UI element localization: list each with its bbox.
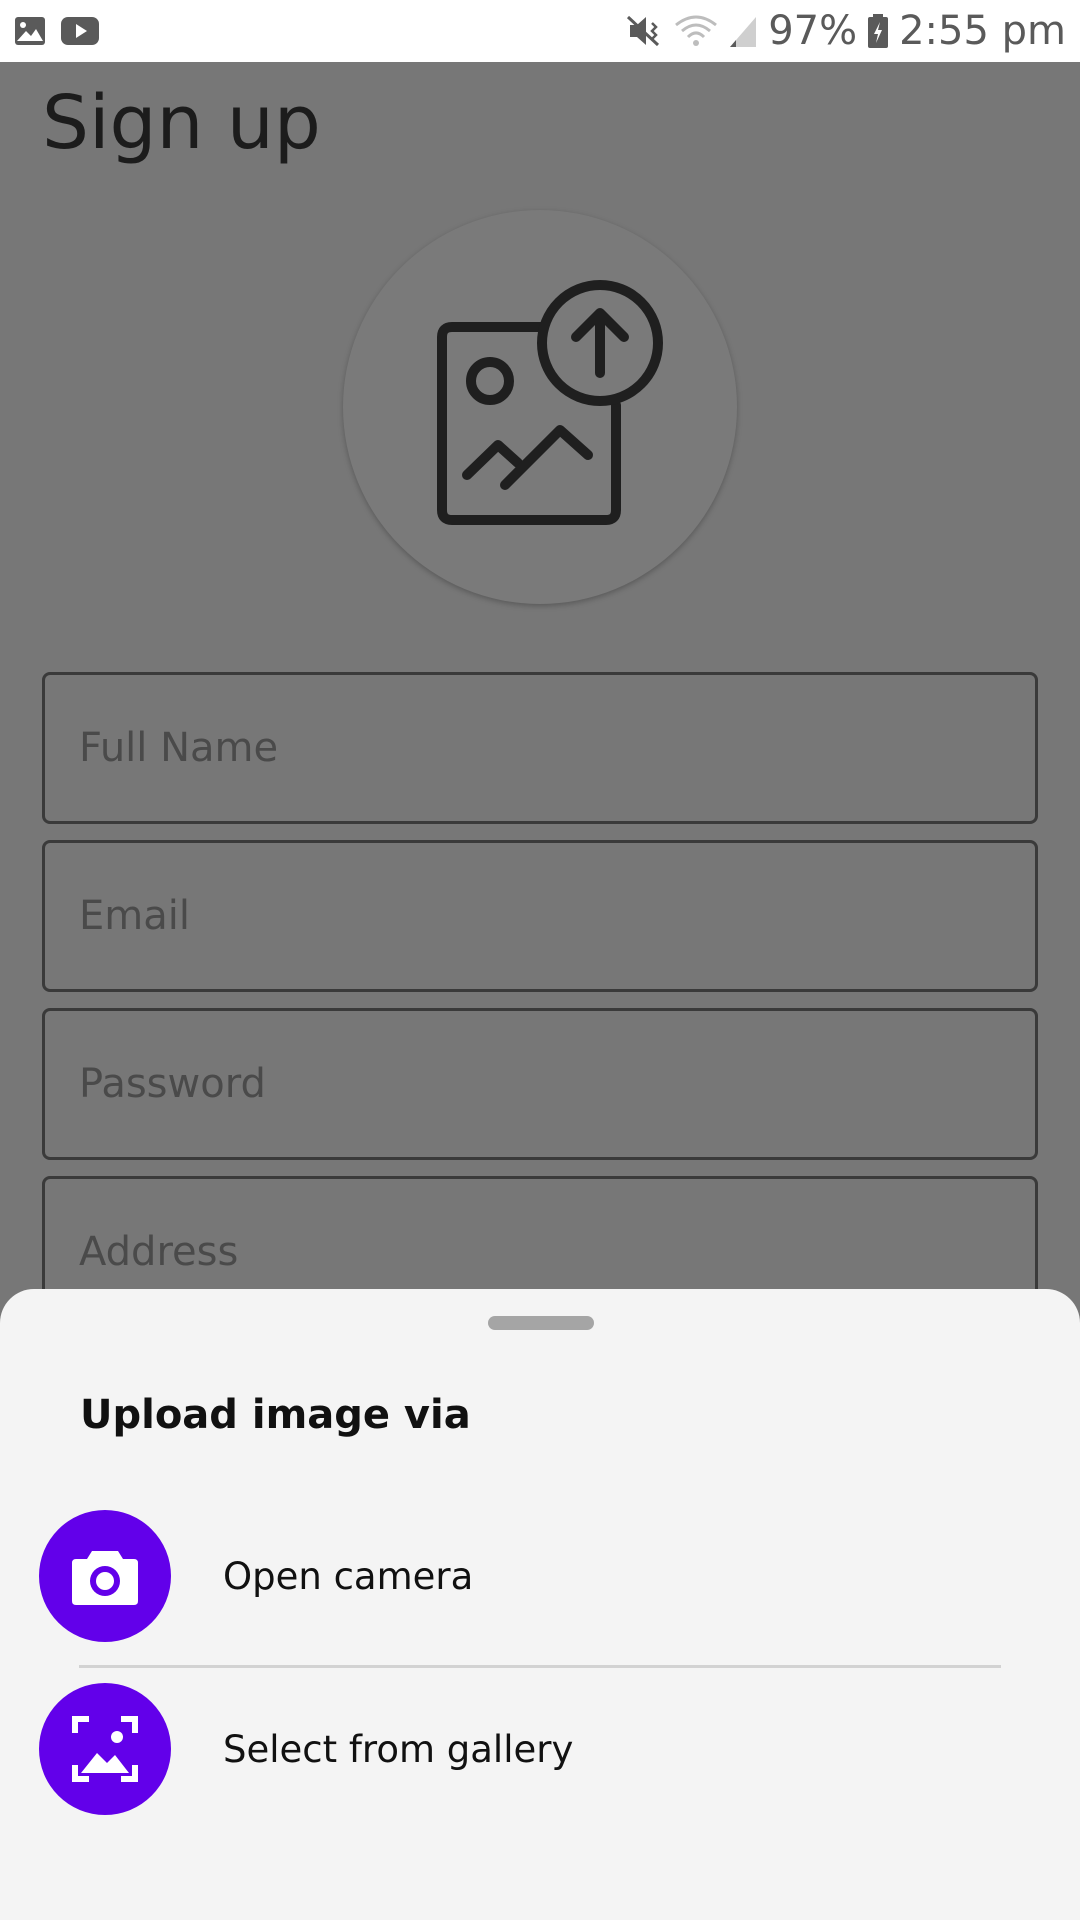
full-name-placeholder: Full Name — [79, 725, 279, 771]
camera-icon — [39, 1510, 171, 1642]
status-left — [14, 16, 100, 46]
status-right: 97% 2:55 pm — [624, 8, 1066, 54]
mute-vibrate-icon — [624, 13, 664, 49]
battery-charging-icon — [867, 13, 889, 49]
select-from-gallery-option[interactable]: Select from gallery — [0, 1679, 1080, 1819]
status-bar: 97% 2:55 pm — [0, 0, 1080, 62]
gallery-icon — [39, 1683, 171, 1815]
wifi-icon — [674, 13, 718, 49]
status-time: 2:55 pm — [899, 8, 1066, 54]
email-placeholder: Email — [79, 893, 190, 939]
battery-percent: 97% — [768, 8, 858, 54]
page-title: Sign up — [42, 80, 321, 166]
image-upload-icon — [410, 275, 670, 540]
select-from-gallery-label: Select from gallery — [223, 1727, 574, 1771]
divider — [79, 1665, 1001, 1668]
address-placeholder: Address — [79, 1229, 239, 1275]
youtube-icon — [60, 16, 100, 46]
signal-icon — [728, 13, 758, 49]
open-camera-option[interactable]: Open camera — [0, 1506, 1080, 1646]
password-placeholder: Password — [79, 1061, 266, 1107]
sheet-title: Upload image via — [80, 1392, 471, 1438]
password-field[interactable]: Password — [42, 1008, 1038, 1160]
upload-bottom-sheet: Upload image via Open camera Select from… — [0, 1289, 1080, 1920]
full-name-field[interactable]: Full Name — [42, 672, 1038, 824]
drag-handle[interactable] — [488, 1316, 594, 1330]
open-camera-label: Open camera — [223, 1554, 474, 1598]
avatar-upload-button[interactable] — [343, 210, 737, 604]
image-icon — [14, 16, 46, 46]
email-field[interactable]: Email — [42, 840, 1038, 992]
